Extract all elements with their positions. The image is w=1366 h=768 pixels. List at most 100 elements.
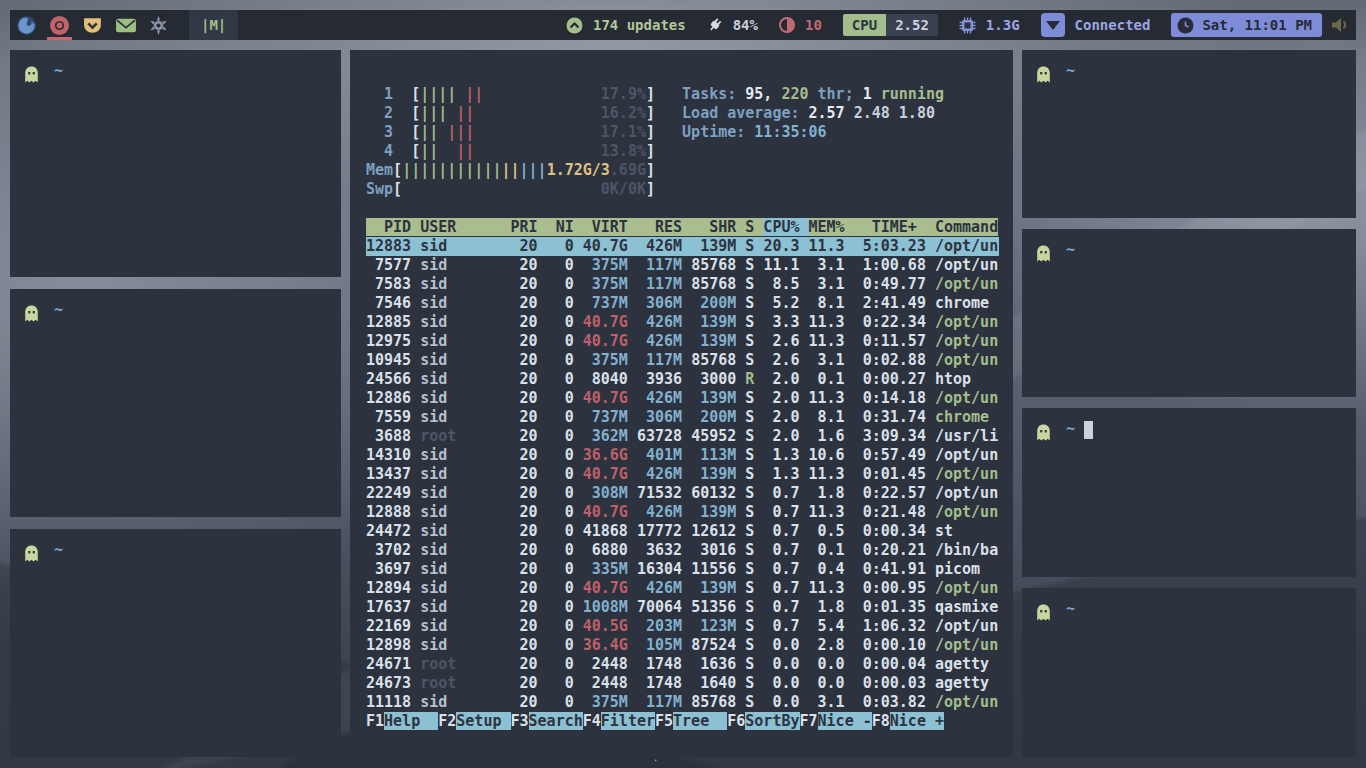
pocket-icon: [82, 15, 103, 36]
process-row[interactable]: 7577 sid 20 0 375M 117M 85768 S 11.1 3.1…: [366, 256, 999, 275]
terminal-window-left-3[interactable]: ~: [10, 529, 341, 757]
memory-module[interactable]: 1.3G: [959, 17, 1020, 34]
prompt-path: ~: [54, 301, 63, 319]
fkey-button[interactable]: F1: [366, 712, 384, 730]
process-row[interactable]: 14310 sid 20 0 36.6G 401M 113M S 1.3 10.…: [366, 446, 999, 465]
network-module[interactable]: Connected: [1041, 13, 1151, 37]
process-row[interactable]: 12883 sid 20 0 40.7G 426M 139M S 20.3 11…: [366, 237, 999, 256]
process-row[interactable]: 12975 sid 20 0 40.7G 426M 139M S 2.6 11.…: [366, 332, 999, 351]
layout-indicator[interactable]: |M|: [189, 10, 238, 40]
terminal-window-right-3[interactable]: ~: [1022, 408, 1356, 577]
terminal-window-right-2[interactable]: ~: [1022, 229, 1356, 397]
process-row[interactable]: 22249 sid 20 0 308M 71532 60132 S 0.7 1.…: [366, 484, 999, 503]
workspace-pocket[interactable]: [76, 10, 109, 40]
workspace-chrome[interactable]: [43, 10, 76, 40]
contrast-module[interactable]: 10: [779, 17, 822, 33]
fkey-label[interactable]: Nice +: [890, 712, 944, 730]
ghost-prompt-icon: [24, 66, 39, 83]
fkey-label[interactable]: Filter: [601, 712, 655, 730]
power-module[interactable]: 84%: [707, 17, 758, 33]
process-row[interactable]: 7559 sid 20 0 737M 306M 200M S 2.0 8.1 0…: [366, 408, 999, 427]
top-bar: |M| 174 updates: [10, 10, 1356, 40]
htop-screen: 1 [|||| || 17.9%] Tasks: 95, 220 thr; 1 …: [366, 85, 999, 731]
fkey-button[interactable]: F2: [438, 712, 456, 730]
process-row[interactable]: 12886 sid 20 0 40.7G 426M 139M S 2.0 11.…: [366, 389, 999, 408]
process-row[interactable]: 17637 sid 20 0 1008M 70064 51356 S 0.7 1…: [366, 598, 999, 617]
cpu-meter-3: 3 [|| ||| 17.1%] Uptime: 11:35:06: [366, 123, 999, 142]
terminal-cursor: [1084, 421, 1093, 439]
mail-icon: [115, 15, 137, 36]
workspace-mail[interactable]: [109, 10, 142, 40]
process-row[interactable]: 24566 sid 20 0 8040 3936 3000 R 2.0 0.1 …: [366, 370, 999, 389]
process-row[interactable]: 22169 sid 20 0 40.5G 203M 123M S 0.7 5.4…: [366, 617, 999, 636]
htop-window[interactable]: 1 [|||| || 17.9%] Tasks: 95, 220 thr; 1 …: [350, 50, 1013, 757]
swap-meter: Swp[ 0K/0K]: [366, 180, 999, 199]
ghost-prompt-icon: [24, 305, 39, 322]
fkey-button[interactable]: F4: [583, 712, 601, 730]
contrast-icon: [779, 17, 795, 33]
workspace-list: |M|: [10, 10, 238, 40]
fkey-button[interactable]: F8: [872, 712, 890, 730]
memory-value: 1.3G: [986, 17, 1020, 33]
prompt-path: ~: [1066, 600, 1075, 618]
clock-module[interactable]: Sat, 11:01 PM: [1171, 13, 1322, 37]
process-row[interactable]: 12888 sid 20 0 40.7G 426M 139M S 0.7 11.…: [366, 503, 999, 522]
cpu-label: CPU: [843, 14, 886, 36]
ghost-prompt-icon: [1036, 245, 1051, 262]
bar-modules: 174 updates 84%: [566, 10, 1356, 40]
ghost-prompt-icon: [1036, 66, 1051, 83]
fkey-label[interactable]: Tree: [673, 712, 727, 730]
process-row[interactable]: 10945 sid 20 0 375M 117M 85768 S 2.6 3.1…: [366, 351, 999, 370]
process-row[interactable]: 12894 sid 20 0 40.7G 426M 139M S 0.7 11.…: [366, 579, 999, 598]
network-status: Connected: [1075, 17, 1151, 33]
terminal-window-right-4[interactable]: ~: [1022, 588, 1356, 757]
fkey-button[interactable]: F5: [655, 712, 673, 730]
cpu-module[interactable]: CPU 2.52: [843, 14, 938, 36]
process-row[interactable]: 12885 sid 20 0 40.7G 426M 139M S 3.3 11.…: [366, 313, 999, 332]
ghost-prompt-icon: [1036, 424, 1051, 441]
workspace-gear[interactable]: [142, 10, 175, 40]
process-row[interactable]: 3702 sid 20 0 6880 3632 3016 S 0.7 0.1 0…: [366, 541, 999, 560]
fkey-label[interactable]: Setup: [456, 712, 510, 730]
cpu-meter-2: 2 [||| || 16.2%] Load average: 2.57 2.48…: [366, 104, 999, 123]
process-row[interactable]: 24472 sid 20 0 41868 17772 12612 S 0.7 0…: [366, 522, 999, 541]
prompt-path: ~: [54, 62, 63, 80]
fkey-label[interactable]: Nice -: [818, 712, 872, 730]
prompt-path: ~: [54, 541, 63, 559]
process-row[interactable]: 3697 sid 20 0 335M 16304 11556 S 0.7 0.4…: [366, 560, 999, 579]
process-row[interactable]: 24673 root 20 0 2448 1748 1640 S 0.0 0.0…: [366, 674, 999, 693]
cpu-value: 2.52: [886, 14, 938, 36]
prompt-path: ~: [1066, 420, 1075, 438]
process-row[interactable]: 11118 sid 20 0 375M 117M 85768 S 0.0 3.1…: [366, 693, 999, 712]
prompt-path: ~: [1066, 241, 1075, 259]
process-row[interactable]: 13437 sid 20 0 40.7G 426M 139M S 1.3 11.…: [366, 465, 999, 484]
fkey-label[interactable]: SortBy: [745, 712, 799, 730]
updates-icon: [566, 17, 583, 34]
fkey-label[interactable]: Search: [529, 712, 583, 730]
process-row[interactable]: 24671 root 20 0 2448 1748 1636 S 0.0 0.0…: [366, 655, 999, 674]
updates-count: 174 updates: [593, 17, 686, 33]
updates-module[interactable]: 174 updates: [566, 17, 686, 34]
fkey-label[interactable]: Help: [384, 712, 438, 730]
terminal-window-left-1[interactable]: ~: [10, 50, 341, 277]
process-row[interactable]: 3688 root 20 0 362M 63728 45952 S 2.0 1.…: [366, 427, 999, 446]
clock-value: Sat, 11:01 PM: [1202, 17, 1312, 33]
fkey-button[interactable]: F6: [727, 712, 745, 730]
chrome-icon: [49, 15, 70, 36]
workspace-firefox[interactable]: [10, 10, 43, 40]
process-row[interactable]: 12898 sid 20 0 36.4G 105M 87524 S 0.0 2.…: [366, 636, 999, 655]
fkey-button[interactable]: F7: [800, 712, 818, 730]
process-row[interactable]: 7546 sid 20 0 737M 306M 200M S 5.2 8.1 2…: [366, 294, 999, 313]
fkey-button[interactable]: F3: [511, 712, 529, 730]
terminal-window-right-1[interactable]: ~: [1022, 50, 1356, 218]
ghost-prompt-icon: [24, 545, 39, 562]
process-table-header[interactable]: PID USER PRI NI VIRT RES SHR S CPU% MEM%…: [366, 218, 999, 237]
cpu-meter-1: 1 [|||| || 17.9%] Tasks: 95, 220 thr; 1 …: [366, 85, 999, 104]
terminal-window-left-2[interactable]: ~: [10, 289, 341, 517]
layout-indicator-label: |M|: [201, 17, 226, 33]
function-key-bar: F1Help F2Setup F3SearchF4FilterF5Tree F6…: [366, 712, 999, 731]
process-row[interactable]: 7583 sid 20 0 375M 117M 85768 S 8.5 3.1 …: [366, 275, 999, 294]
contrast-value: 10: [805, 17, 822, 33]
volume-icon[interactable]: [1330, 16, 1349, 34]
ghost-prompt-icon: [1036, 604, 1051, 621]
